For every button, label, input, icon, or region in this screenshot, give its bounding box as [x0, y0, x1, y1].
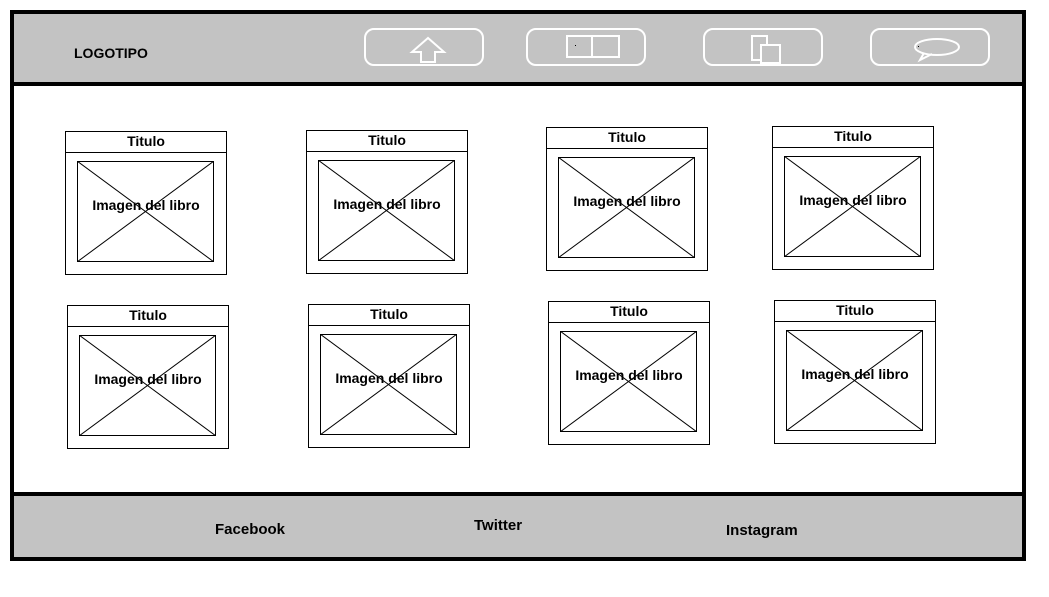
book-image-label: Imagen del libro [92, 197, 200, 213]
book-card[interactable]: Titulo Imagen del libro [774, 300, 936, 444]
page-frame: LOGOTIPO Titulo Imagen del libro Titulo … [10, 10, 1026, 561]
speech-bubble-icon [914, 38, 960, 63]
instagram-link[interactable]: Instagram [726, 522, 798, 539]
book-title: Titulo [549, 302, 709, 323]
book-title: Titulo [68, 306, 228, 327]
overlapping-pages-icon [751, 35, 781, 64]
book-card[interactable]: Titulo Imagen del libro [306, 130, 468, 274]
book-title: Titulo [547, 128, 707, 149]
logo[interactable]: LOGOTIPO [74, 45, 148, 61]
book-title: Titulo [66, 132, 226, 153]
book-card[interactable]: Titulo Imagen del libro [67, 305, 229, 449]
book-title: Titulo [775, 301, 935, 322]
book-image-label: Imagen del libro [573, 193, 681, 209]
header-bar: LOGOTIPO [14, 14, 1022, 86]
book-title: Titulo [307, 131, 467, 152]
book-card[interactable]: Titulo Imagen del libro [546, 127, 708, 271]
book-card[interactable]: Titulo Imagen del libro [308, 304, 470, 448]
footer-bar: Facebook Twitter Instagram [14, 492, 1022, 557]
book-image-label: Imagen del libro [335, 370, 443, 386]
book-image-label: Imagen del libro [333, 196, 441, 212]
twitter-link[interactable]: Twitter [474, 517, 522, 534]
up-arrow-icon [409, 36, 447, 63]
book-title: Titulo [773, 127, 933, 148]
book-image-label: Imagen del libro [575, 367, 683, 383]
chat-button[interactable] [870, 28, 990, 66]
split-window-icon [566, 35, 620, 58]
pages-button[interactable] [703, 28, 823, 66]
layout-button[interactable] [526, 28, 646, 66]
book-card[interactable]: Titulo Imagen del libro [548, 301, 710, 445]
home-button[interactable] [364, 28, 484, 66]
book-image-label: Imagen del libro [94, 371, 202, 387]
book-card[interactable]: Titulo Imagen del libro [772, 126, 934, 270]
facebook-link[interactable]: Facebook [215, 521, 285, 538]
book-title: Titulo [309, 305, 469, 326]
book-image-label: Imagen del libro [799, 192, 907, 208]
book-image-label: Imagen del libro [801, 366, 909, 382]
book-card[interactable]: Titulo Imagen del libro [65, 131, 227, 275]
